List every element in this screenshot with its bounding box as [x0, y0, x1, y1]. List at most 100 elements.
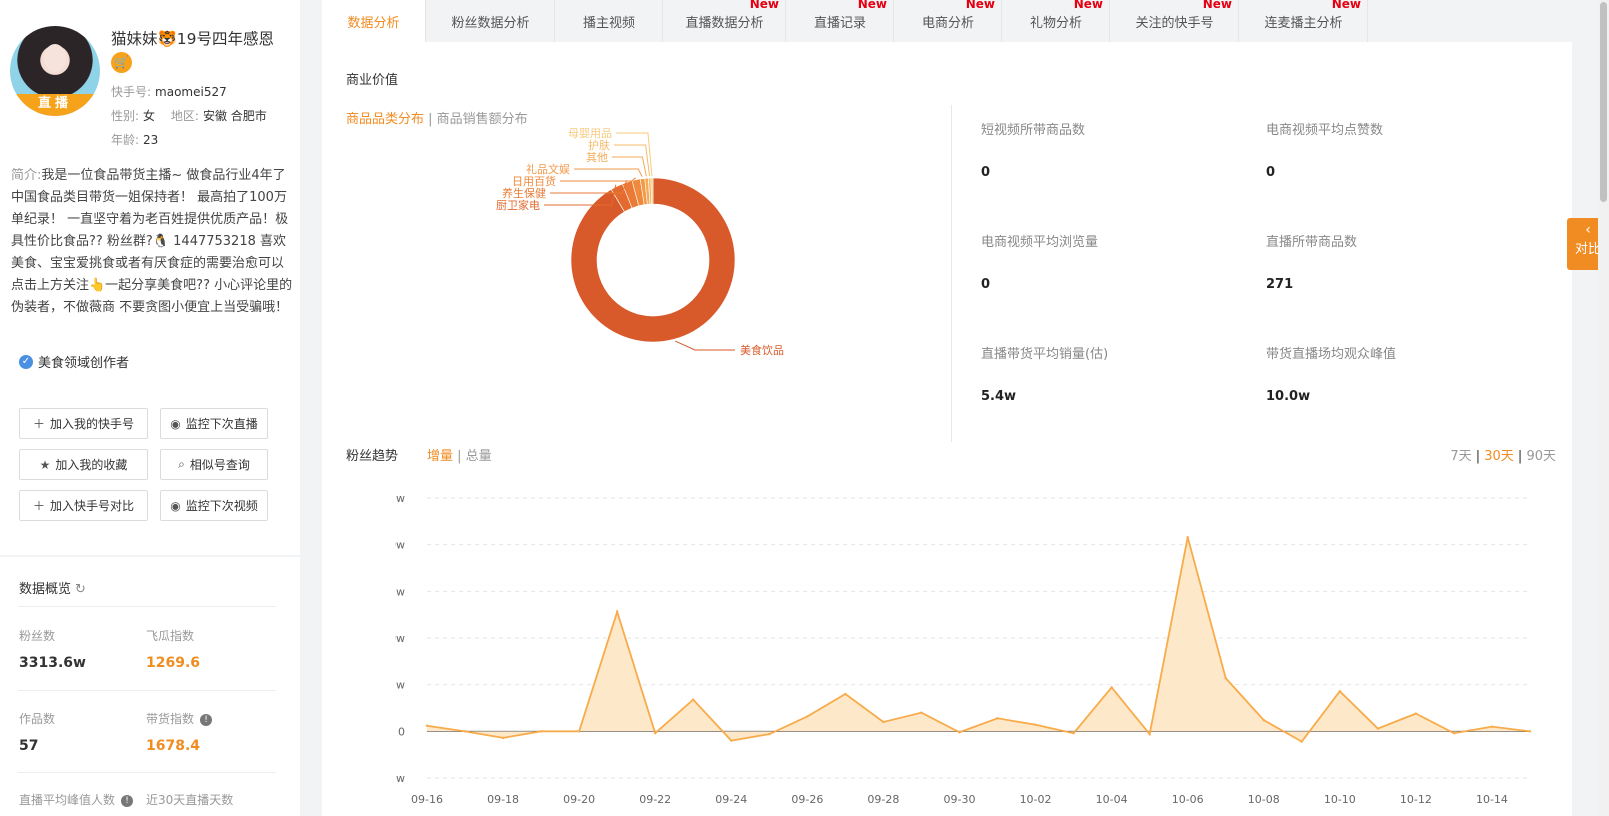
- leader-line: [574, 168, 643, 177]
- new-badge: New: [749, 0, 779, 11]
- slice-label: 礼品文娱: [526, 162, 570, 176]
- sidebar: 直播 猫妹妹🐯19号四年感恩 🛒 快手号: maomei527 性别: 女 地区: 安…: [0, 0, 300, 816]
- x-tick-label: 10-08: [1248, 793, 1280, 806]
- stat-label: 电商视频平均浏览量: [981, 235, 1099, 250]
- stat-value: 5.4w: [981, 389, 1017, 404]
- leader-line: [560, 177, 637, 182]
- add-compare-button[interactable]: ＋ 加入快手号对比: [19, 490, 148, 521]
- monitor-next-live-label: 监控下次直播: [185, 417, 258, 431]
- plus-icon: ＋: [32, 499, 45, 513]
- x-tick-label: 10-14: [1476, 793, 1508, 806]
- sales-index-label: 带货指数: [146, 712, 195, 726]
- slice-label: 美食饮品: [740, 343, 784, 357]
- data-point: [463, 730, 467, 733]
- commerce-title: 商业价值: [346, 73, 399, 88]
- add-favorite-button[interactable]: ★ 加入我的收藏: [19, 449, 148, 480]
- monitor-next-live-button[interactable]: ◉ 监控下次直播: [160, 408, 268, 439]
- x-tick-label: 09-18: [487, 793, 519, 806]
- slice-label: 日用百货: [512, 174, 556, 188]
- search-icon: ⌕: [178, 457, 185, 471]
- tab-fans-analysis[interactable]: 粉丝数据分析: [427, 0, 555, 42]
- y-tick-label: 20w: [395, 539, 405, 552]
- live-days-label: 近30天直播天数: [146, 793, 234, 807]
- range-7-days[interactable]: 7天: [1450, 449, 1471, 464]
- verified-badge: ✓ 美食领域创作者: [19, 352, 129, 371]
- help-icon[interactable]: !: [200, 714, 213, 726]
- x-tick-label: 10-02: [1020, 793, 1052, 806]
- new-badge: New: [1331, 0, 1361, 11]
- data-point: [920, 711, 923, 714]
- gender-label: 性别:: [111, 109, 140, 123]
- stat-value: 271: [1266, 277, 1294, 292]
- age-row: 年龄: 23: [111, 131, 158, 148]
- data-point: [425, 724, 429, 727]
- tab-increment[interactable]: 增量: [427, 449, 453, 464]
- new-badge: New: [965, 0, 995, 11]
- tab-label: 数据分析: [347, 15, 400, 31]
- plus-icon: ＋: [32, 417, 45, 431]
- tab-ecommerce[interactable]: 电商分析 New: [895, 0, 1002, 42]
- shop-cart-icon: 🛒: [111, 52, 132, 73]
- works-value: 57: [19, 738, 39, 754]
- eye-icon: ◉: [170, 498, 181, 513]
- data-point: [844, 692, 847, 696]
- data-point: [577, 730, 581, 733]
- slice-label: 养生保健: [502, 186, 546, 200]
- tab-label: 直播记录: [813, 15, 866, 31]
- tab-videos[interactable]: 播主视频: [556, 0, 663, 42]
- tab-live-records[interactable]: 直播记录 New: [787, 0, 894, 42]
- data-point: [1376, 727, 1380, 730]
- trend-tabs: 增量 | 总量: [427, 445, 492, 464]
- data-point: [1262, 718, 1265, 722]
- add-my-kuaishou-button[interactable]: ＋ 加入我的快手号: [19, 408, 148, 439]
- tab-co-host[interactable]: 连麦播主分析 New: [1240, 0, 1368, 42]
- tab-separator: |: [453, 449, 466, 464]
- tab-separator: |: [424, 112, 437, 127]
- y-tick-label: 5w: [395, 679, 405, 692]
- gender-region-row: 性别: 女 地区: 安徽 合肥市: [111, 107, 267, 124]
- vertical-divider: [951, 105, 952, 442]
- new-badge: New: [1073, 0, 1103, 11]
- data-point: [1110, 686, 1113, 689]
- monitor-next-video-label: 监控下次视频: [185, 499, 258, 513]
- tab-data-analysis[interactable]: 数据分析: [322, 0, 426, 42]
- similar-search-label: 相似号查询: [189, 458, 250, 472]
- tab-category-distribution[interactable]: 商品品类分布: [346, 112, 424, 127]
- data-point: [958, 731, 961, 734]
- tab-total[interactable]: 总量: [466, 449, 492, 464]
- divider: [18, 606, 276, 607]
- stat-label: 短视频所带商品数: [981, 123, 1086, 138]
- age: 23: [143, 133, 159, 147]
- leader-line: [674, 340, 735, 351]
- tab-following[interactable]: 关注的快手号 New: [1111, 0, 1239, 42]
- live-peak-label-row: 直播平均峰值人数!: [19, 791, 134, 808]
- stat-label: 电商视频平均点赞数: [1266, 123, 1384, 138]
- y-tick-label: 0: [398, 725, 405, 738]
- tab-live-analysis[interactable]: 直播数据分析 New: [664, 0, 786, 42]
- range-90-days[interactable]: 90天: [1526, 449, 1556, 464]
- scrollbar[interactable]: [1598, 0, 1609, 816]
- tab-label: 播主视频: [582, 15, 635, 31]
- range-30-days[interactable]: 30天: [1484, 449, 1514, 464]
- add-compare-label: 加入快手号对比: [50, 499, 135, 513]
- data-point: [1148, 732, 1151, 736]
- tab-bar: 数据分析 粉丝数据分析 播主视频 直播数据分析 New 直播记录 New 电商分析 N…: [322, 0, 1572, 42]
- similar-search-button[interactable]: ⌕ 相似号查询: [160, 449, 268, 480]
- x-tick-label: 10-06: [1172, 793, 1204, 806]
- profile-card: 直播 猫妹妹🐯19号四年感恩 🛒 快手号: maomei527 性别: 女 地区: 安…: [0, 0, 300, 395]
- x-tick-label: 10-10: [1324, 793, 1356, 806]
- monitor-next-video-button[interactable]: ◉ 监控下次视频: [160, 490, 268, 521]
- bio: 简介:我是一位食品带货主播~ 做食品行业4年了 中国食品类目带货一姐保持者！ 最…: [11, 165, 293, 319]
- divider: [18, 690, 276, 691]
- bio-label: 简介:: [11, 168, 42, 183]
- x-tick-label: 09-20: [563, 793, 595, 806]
- star-icon: ★: [39, 457, 51, 472]
- scrollbar-thumb[interactable]: [1600, 2, 1607, 202]
- avatar[interactable]: 直播: [10, 26, 100, 116]
- tab-label: 直播数据分析: [685, 15, 764, 31]
- tab-gifts[interactable]: 礼物分析 New: [1003, 0, 1110, 42]
- region: 安徽 合肥市: [202, 109, 267, 123]
- divider: [18, 772, 276, 773]
- help-icon[interactable]: !: [121, 795, 134, 807]
- refresh-icon[interactable]: ↻: [75, 582, 86, 597]
